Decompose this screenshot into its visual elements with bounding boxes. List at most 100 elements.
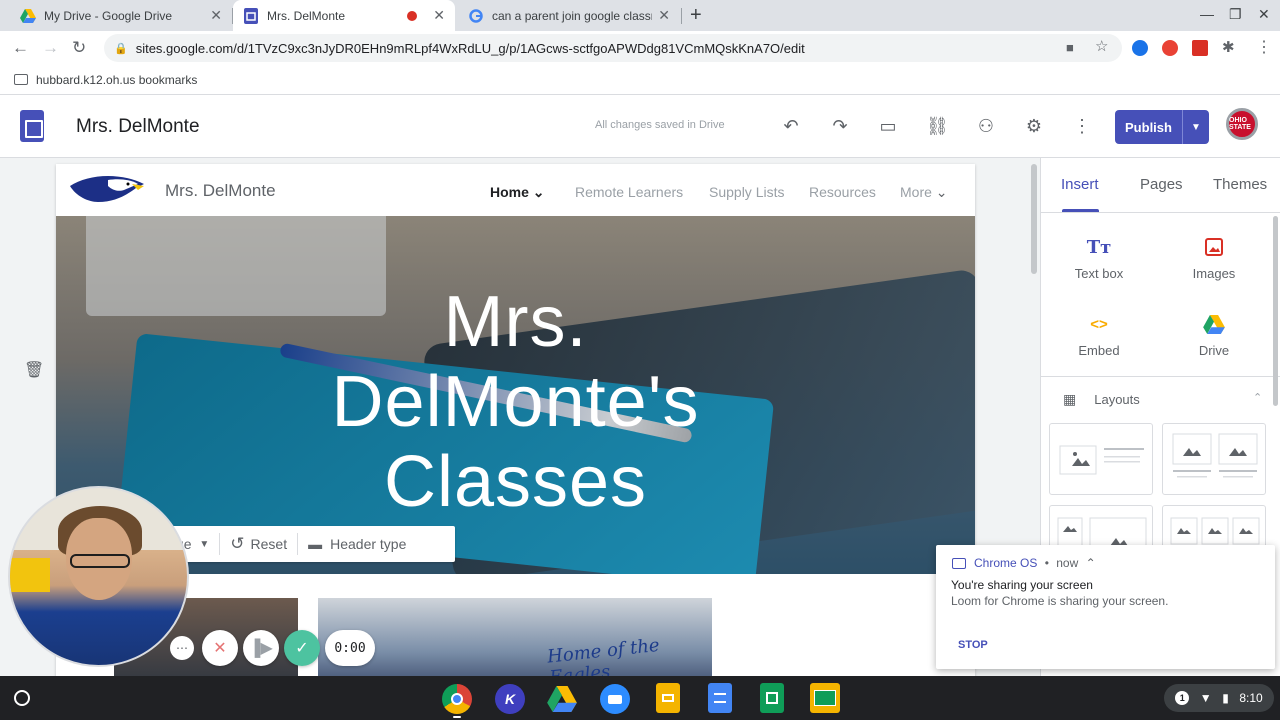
gallery-image[interactable]: Home of the Eagles xyxy=(318,598,712,676)
chevron-down-icon[interactable]: ▼ xyxy=(1183,110,1209,144)
launcher-icon[interactable] xyxy=(14,690,30,706)
forward-icon[interactable]: → xyxy=(42,38,59,58)
nav-remote-learners[interactable]: Remote Learners xyxy=(575,184,683,200)
bookmark-star-icon[interactable]: ☆ xyxy=(1095,37,1108,55)
tab-mrs-delmonte[interactable]: Mrs. DelMonte ✕ xyxy=(233,0,455,31)
google-drive-icon[interactable] xyxy=(547,684,577,714)
close-icon[interactable]: ✕ xyxy=(210,7,222,24)
tab-title: can a parent join google classro xyxy=(492,8,653,23)
tab-insert[interactable]: Insert xyxy=(1061,176,1099,193)
google-slides-icon[interactable] xyxy=(656,683,680,713)
browser-toolbar: ← → ↻ 🔒 sites.google.com/d/1TVzC9xc3nJyD… xyxy=(0,31,1280,65)
address-bar[interactable]: 🔒 sites.google.com/d/1TVzC9xc3nJyDR0EHn9… xyxy=(104,34,1122,62)
header-type-label: Header type xyxy=(330,536,407,552)
extension-loom-icon[interactable] xyxy=(1162,40,1178,56)
chevron-up-icon[interactable]: ⌃ xyxy=(1082,556,1096,570)
nav-more[interactable]: More ⌄ xyxy=(900,184,948,201)
save-status: All changes saved in Drive xyxy=(595,119,725,131)
tab-pages[interactable]: Pages xyxy=(1140,176,1183,193)
insert-drive[interactable]: Drive xyxy=(1164,311,1264,358)
loom-cancel-button[interactable]: ✕ xyxy=(202,630,238,666)
minimize-icon[interactable]: — xyxy=(1200,6,1214,22)
close-icon[interactable]: ✕ xyxy=(433,7,445,24)
new-tab-icon[interactable]: + xyxy=(690,4,702,27)
loom-webcam-bubble[interactable] xyxy=(8,486,189,667)
loom-finish-button[interactable]: ✓ xyxy=(284,630,320,666)
tab-google-search[interactable]: can a parent join google classro ✕ xyxy=(458,0,680,31)
back-icon[interactable]: ← xyxy=(12,38,29,58)
google-sites-icon xyxy=(243,7,259,24)
insert-embed[interactable]: <> Embed xyxy=(1049,311,1149,359)
header-type-button[interactable]: ▬ Header type xyxy=(298,526,416,562)
status-tray[interactable]: 1 ▼ ▮ 8:10 xyxy=(1164,684,1274,712)
close-icon[interactable]: ✕ xyxy=(658,7,670,24)
preview-devices-icon[interactable]: ▭ xyxy=(877,116,899,137)
site-name[interactable]: Mrs. DelMonte xyxy=(165,181,276,201)
reset-label: Reset xyxy=(250,536,288,552)
tab-themes[interactable]: Themes xyxy=(1213,176,1267,193)
bookmark-folder[interactable]: hubbard.k12.oh.us bookmarks xyxy=(36,73,197,87)
nav-supply-lists[interactable]: Supply Lists xyxy=(709,184,784,200)
restore-icon[interactable]: ❐ xyxy=(1229,6,1242,23)
undo-icon[interactable]: ↶ xyxy=(780,116,802,137)
k-app-icon[interactable]: K xyxy=(495,684,525,714)
cast-icon xyxy=(952,557,966,569)
google-sheets-icon[interactable] xyxy=(760,683,784,713)
nav-resources[interactable]: Resources xyxy=(809,184,876,200)
publish-button[interactable]: Publish ▼ xyxy=(1115,110,1209,144)
webcam-person-glasses xyxy=(70,554,130,568)
collapse-icon[interactable]: ⌃ xyxy=(1253,391,1262,404)
redo-icon[interactable]: ↷ xyxy=(829,116,851,137)
tab-title: My Drive - Google Drive xyxy=(44,8,173,23)
camera-icon[interactable]: ■ xyxy=(1066,40,1074,55)
divider xyxy=(1041,212,1280,213)
layout-option[interactable] xyxy=(1049,423,1153,495)
hero-title[interactable]: Mrs. DelMonte's Classes xyxy=(56,282,975,522)
nav-home[interactable]: Home ⌄ xyxy=(490,184,545,201)
stop-sharing-button[interactable]: STOP xyxy=(958,639,988,651)
canvas-scrollbar[interactable] xyxy=(1031,164,1037,274)
notification-source-label: Chrome OS xyxy=(974,556,1038,570)
background-poster xyxy=(10,558,50,592)
hero-banner[interactable]: Mrs. DelMonte's Classes ge ▼ ↺ Reset ▬ Hea… xyxy=(56,216,975,574)
google-classroom-icon[interactable] xyxy=(810,683,840,713)
gallery-caption: Home of the Eagles xyxy=(546,634,661,676)
os-shelf: K 1 ▼ ▮ 8:10 xyxy=(0,676,1280,720)
insert-images[interactable]: Images xyxy=(1164,234,1264,281)
extension-shield-icon[interactable] xyxy=(1132,40,1148,56)
hero-title-line: DelMonte's xyxy=(331,362,700,442)
close-window-icon[interactable]: ✕ xyxy=(1258,6,1270,23)
avatar-text: OHIO STATE xyxy=(1229,117,1251,131)
text-box-icon: Tт xyxy=(1086,236,1112,258)
loom-timer: 0:00 xyxy=(325,630,375,666)
google-docs-icon[interactable] xyxy=(708,683,732,713)
avatar[interactable]: OHIO STATE xyxy=(1226,108,1258,140)
zoom-icon[interactable] xyxy=(600,684,630,714)
insert-text-box[interactable]: Tт Text box xyxy=(1049,234,1149,282)
layouts-icon: ▦ xyxy=(1063,391,1077,407)
layouts-header[interactable]: ▦ Layouts xyxy=(1063,391,1140,408)
share-add-person-icon[interactable]: ⚇ xyxy=(975,116,997,137)
layout-option[interactable] xyxy=(1162,423,1266,495)
extension-megaphone-icon[interactable] xyxy=(1192,40,1208,56)
tab-separator xyxy=(681,8,682,24)
tab-my-drive[interactable]: My Drive - Google Drive ✕ xyxy=(10,0,232,31)
hero-title-line: Mrs. xyxy=(443,282,588,362)
publish-label[interactable]: Publish xyxy=(1115,110,1183,144)
chrome-icon[interactable] xyxy=(442,684,472,714)
extensions-puzzle-icon[interactable]: ✱ xyxy=(1222,38,1235,56)
reload-icon[interactable]: ↻ xyxy=(72,38,86,58)
link-icon[interactable]: ⛓ xyxy=(926,116,949,137)
settings-gear-icon[interactable]: ⚙ xyxy=(1023,116,1045,137)
folder-icon xyxy=(14,74,28,85)
reset-button[interactable]: ↺ Reset xyxy=(220,526,297,562)
loom-more-icon[interactable]: ⋯ xyxy=(170,636,194,660)
google-sites-logo-icon[interactable] xyxy=(20,110,44,142)
insert-item-label: Images xyxy=(1192,266,1236,281)
more-options-icon[interactable]: ⋮ xyxy=(1071,116,1093,137)
loom-pause-button[interactable]: ▐▶ xyxy=(243,630,279,666)
browser-menu-icon[interactable]: ⋮ xyxy=(1256,37,1272,57)
panel-scrollbar[interactable] xyxy=(1273,216,1278,406)
site-document-title[interactable]: Mrs. DelMonte xyxy=(76,116,200,138)
trash-icon[interactable]: 🗑 xyxy=(24,360,44,380)
